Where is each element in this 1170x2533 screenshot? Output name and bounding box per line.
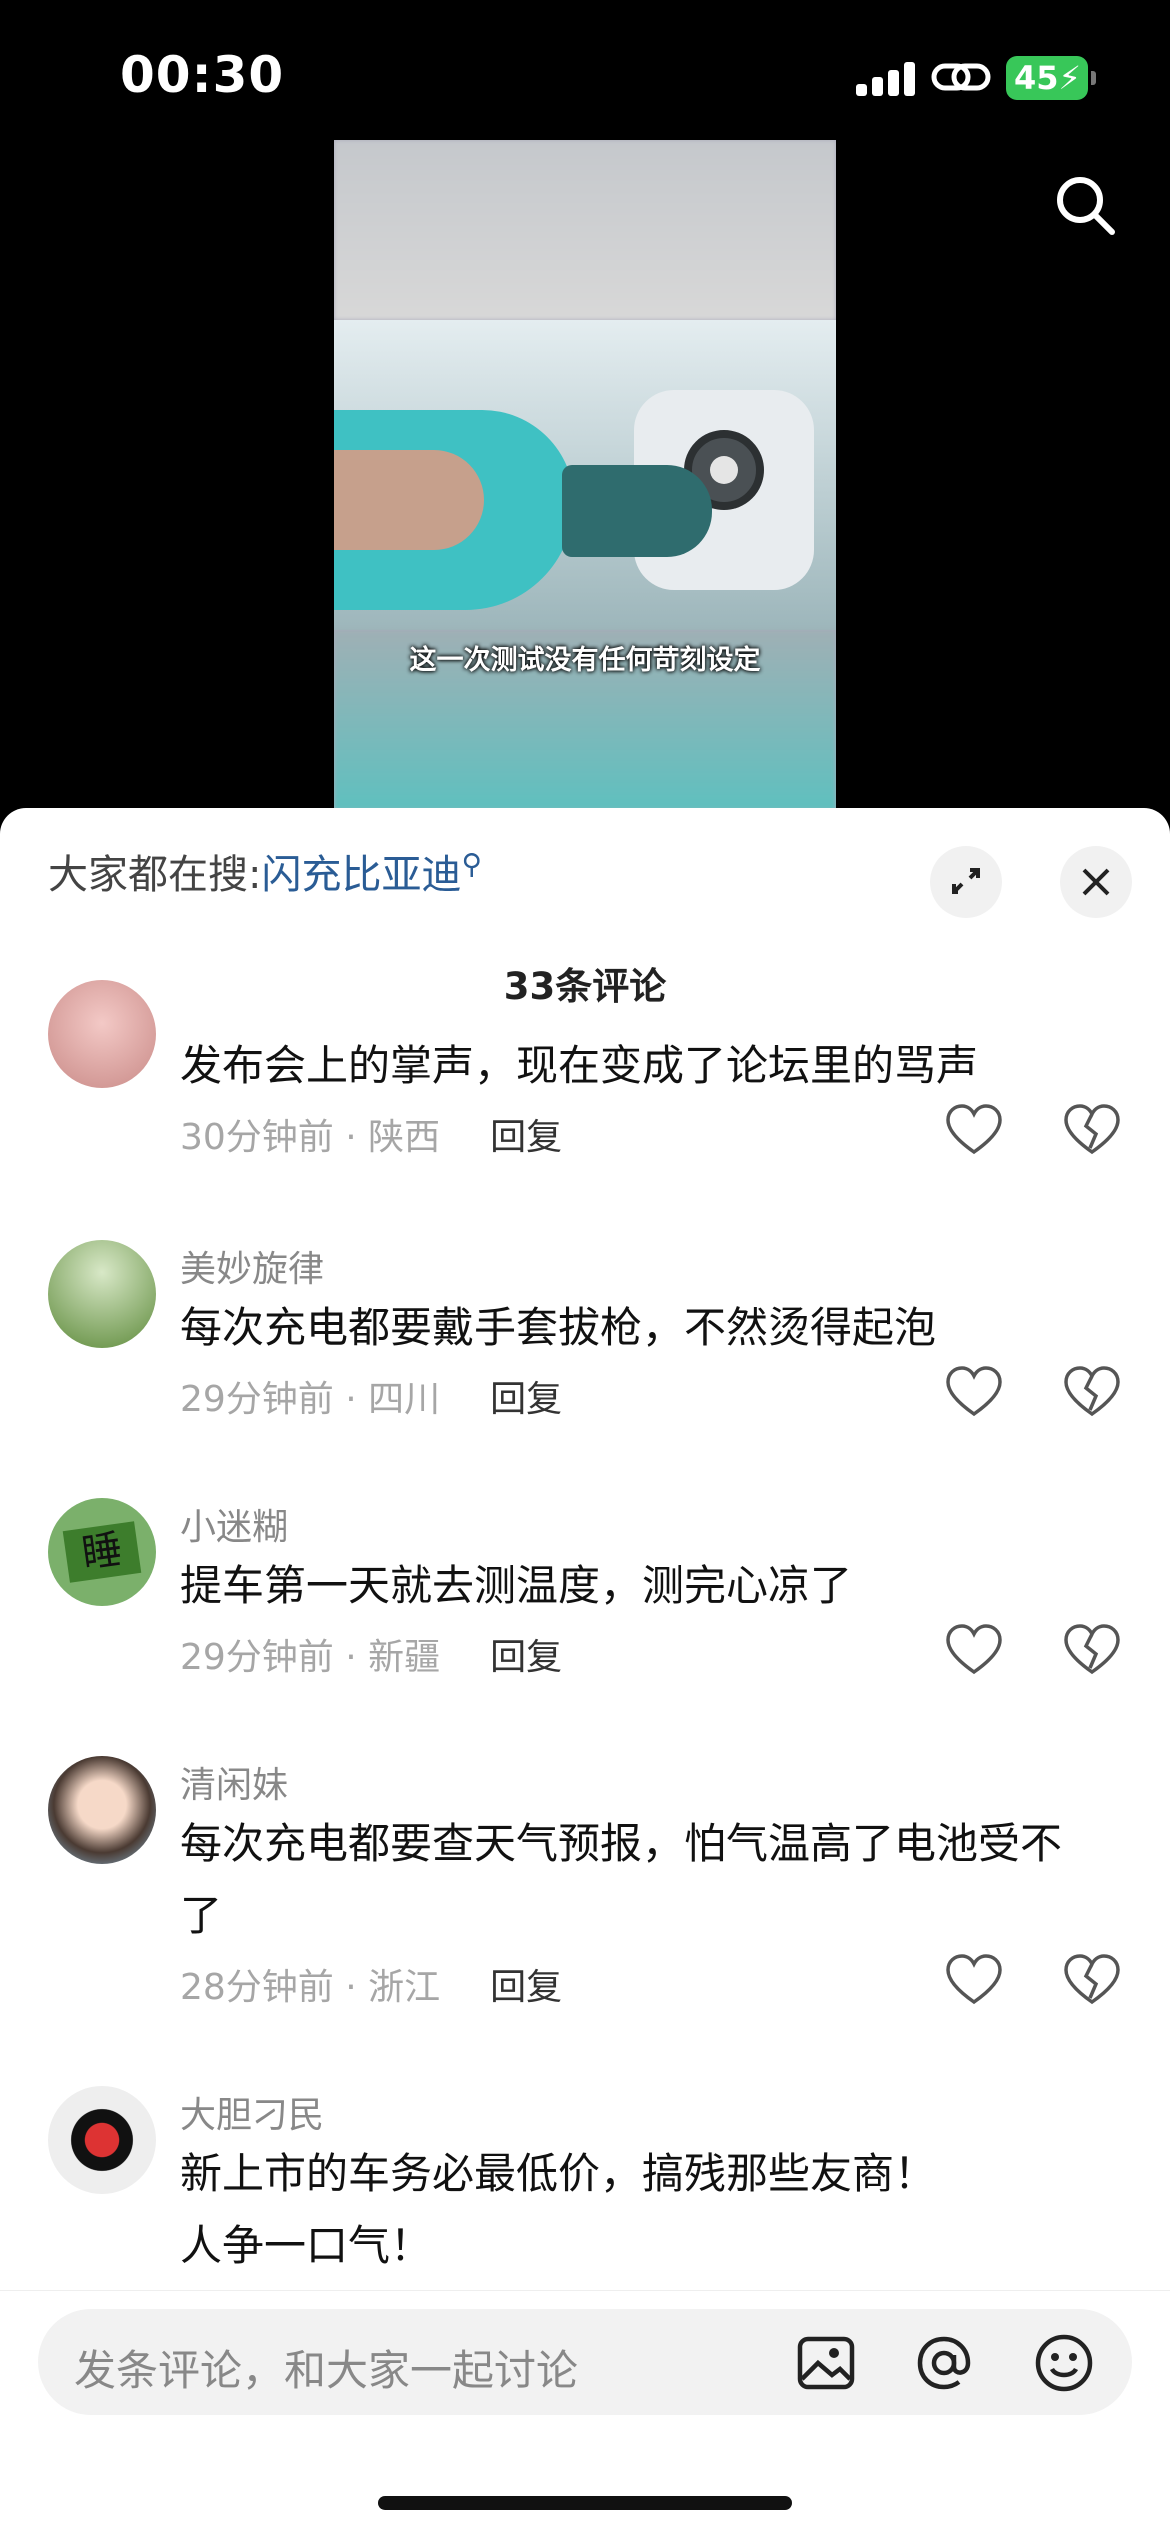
avatar-sleep-badge: 睡: [62, 1521, 142, 1583]
charger-plug: [562, 465, 712, 557]
emoji-icon[interactable]: [1030, 2329, 1098, 2397]
comment-username[interactable]: 美妙旋律: [180, 1240, 324, 1292]
avatar[interactable]: [48, 1756, 156, 1864]
comment-meta: 29分钟前 · 新疆 回复: [180, 1628, 562, 1680]
battery-level: 45: [1014, 59, 1059, 97]
avatar[interactable]: [48, 1240, 156, 1348]
search-small-icon: ⚲: [461, 847, 482, 881]
home-indicator[interactable]: [378, 2496, 792, 2510]
image-icon[interactable]: [792, 2329, 860, 2397]
charger-handle: [334, 410, 574, 610]
hotspot-link-icon: [931, 63, 991, 91]
like-icon[interactable]: [944, 1952, 1004, 2008]
video-blur-top: [334, 140, 836, 320]
comment-time-location: 28分钟前 · 浙江: [180, 1967, 441, 2008]
close-button[interactable]: [1060, 846, 1132, 918]
expand-icon: [952, 868, 980, 894]
hot-search[interactable]: 大家都在搜:闪充比亚迪⚲: [48, 842, 482, 900]
comment-text: 提车第一天就去测温度，测完心凉了: [180, 1561, 853, 1610]
battery-indicator: 45⚡: [1006, 56, 1096, 100]
reply-button[interactable]: 回复: [490, 1967, 562, 2008]
comment-count: 33条评论: [503, 965, 667, 1008]
video-caption: 这一次测试没有任何苛刻设定: [409, 645, 761, 676]
dislike-icon[interactable]: [1062, 1364, 1122, 1420]
video-player[interactable]: 这一次测试没有任何苛刻设定: [334, 140, 836, 810]
status-time: 00:30: [120, 46, 285, 104]
dislike-icon[interactable]: [1062, 1952, 1122, 2008]
comment-username[interactable]: 大胆刁民: [180, 2086, 324, 2138]
comment-sheet: 大家都在搜:闪充比亚迪⚲ 33条评论 发布会上的掌声，现在变成了论坛里的骂声 3…: [0, 808, 1170, 2532]
comment-username[interactable]: 清闲妹: [180, 1756, 288, 1808]
close-icon: [1082, 868, 1110, 896]
comment-text: 新上市的车务必最低价，搞残那些友商！ 人争一口气！: [180, 2138, 1100, 2282]
comment-text: 每次充电都要戴手套拔枪，不然烫得起泡: [180, 1303, 937, 1352]
search-icon[interactable]: [1050, 170, 1120, 240]
reply-button[interactable]: 回复: [490, 1379, 562, 1420]
hot-search-prefix: 大家都在搜:: [48, 852, 262, 898]
comment-text-line: 人争一口气！: [180, 2221, 433, 2270]
comment-text: 发布会上的掌声，现在变成了论坛里的骂声: [180, 1041, 979, 1090]
dislike-icon[interactable]: [1062, 1102, 1122, 1158]
like-icon[interactable]: [944, 1364, 1004, 1420]
expand-button[interactable]: [930, 846, 1002, 918]
avatar[interactable]: [48, 2086, 156, 2194]
hot-search-term[interactable]: 闪充比亚迪: [261, 852, 461, 898]
comment-meta: 29分钟前 · 四川 回复: [180, 1370, 562, 1422]
cellular-signal-icon: [856, 62, 916, 96]
comment-text: 每次充电都要查天气预报，怕气温高了电池受不了: [180, 1819, 1063, 1940]
comment-time-location: 29分钟前 · 新疆: [180, 1637, 441, 1678]
comment-meta: 28分钟前 · 浙江 回复: [180, 1958, 562, 2010]
avatar[interactable]: 睡: [48, 1498, 156, 1606]
comment-username[interactable]: 小迷糊: [180, 1498, 288, 1550]
comment-input-placeholder: 发条评论，和大家一起讨论: [74, 2346, 579, 2395]
comment-time-location: 30分钟前 · 陕西: [180, 1117, 441, 1158]
comment-input[interactable]: 发条评论，和大家一起讨论: [38, 2309, 1132, 2415]
comment-text-line: 新上市的车务必最低价，搞残那些友商！: [180, 2149, 937, 2198]
reply-button[interactable]: 回复: [490, 1637, 562, 1678]
like-icon[interactable]: [944, 1102, 1004, 1158]
like-icon[interactable]: [944, 1622, 1004, 1678]
comment-meta: 30分钟前 · 陕西 回复: [180, 1108, 562, 1160]
avatar[interactable]: [48, 980, 156, 1088]
video-frame: [334, 320, 836, 792]
dislike-icon[interactable]: [1062, 1622, 1122, 1678]
status-bar: 00:30 45⚡: [0, 0, 1170, 150]
comment-time-location: 29分钟前 · 四川: [180, 1379, 441, 1420]
reply-button[interactable]: 回复: [490, 1117, 562, 1158]
mention-icon[interactable]: [910, 2329, 978, 2397]
